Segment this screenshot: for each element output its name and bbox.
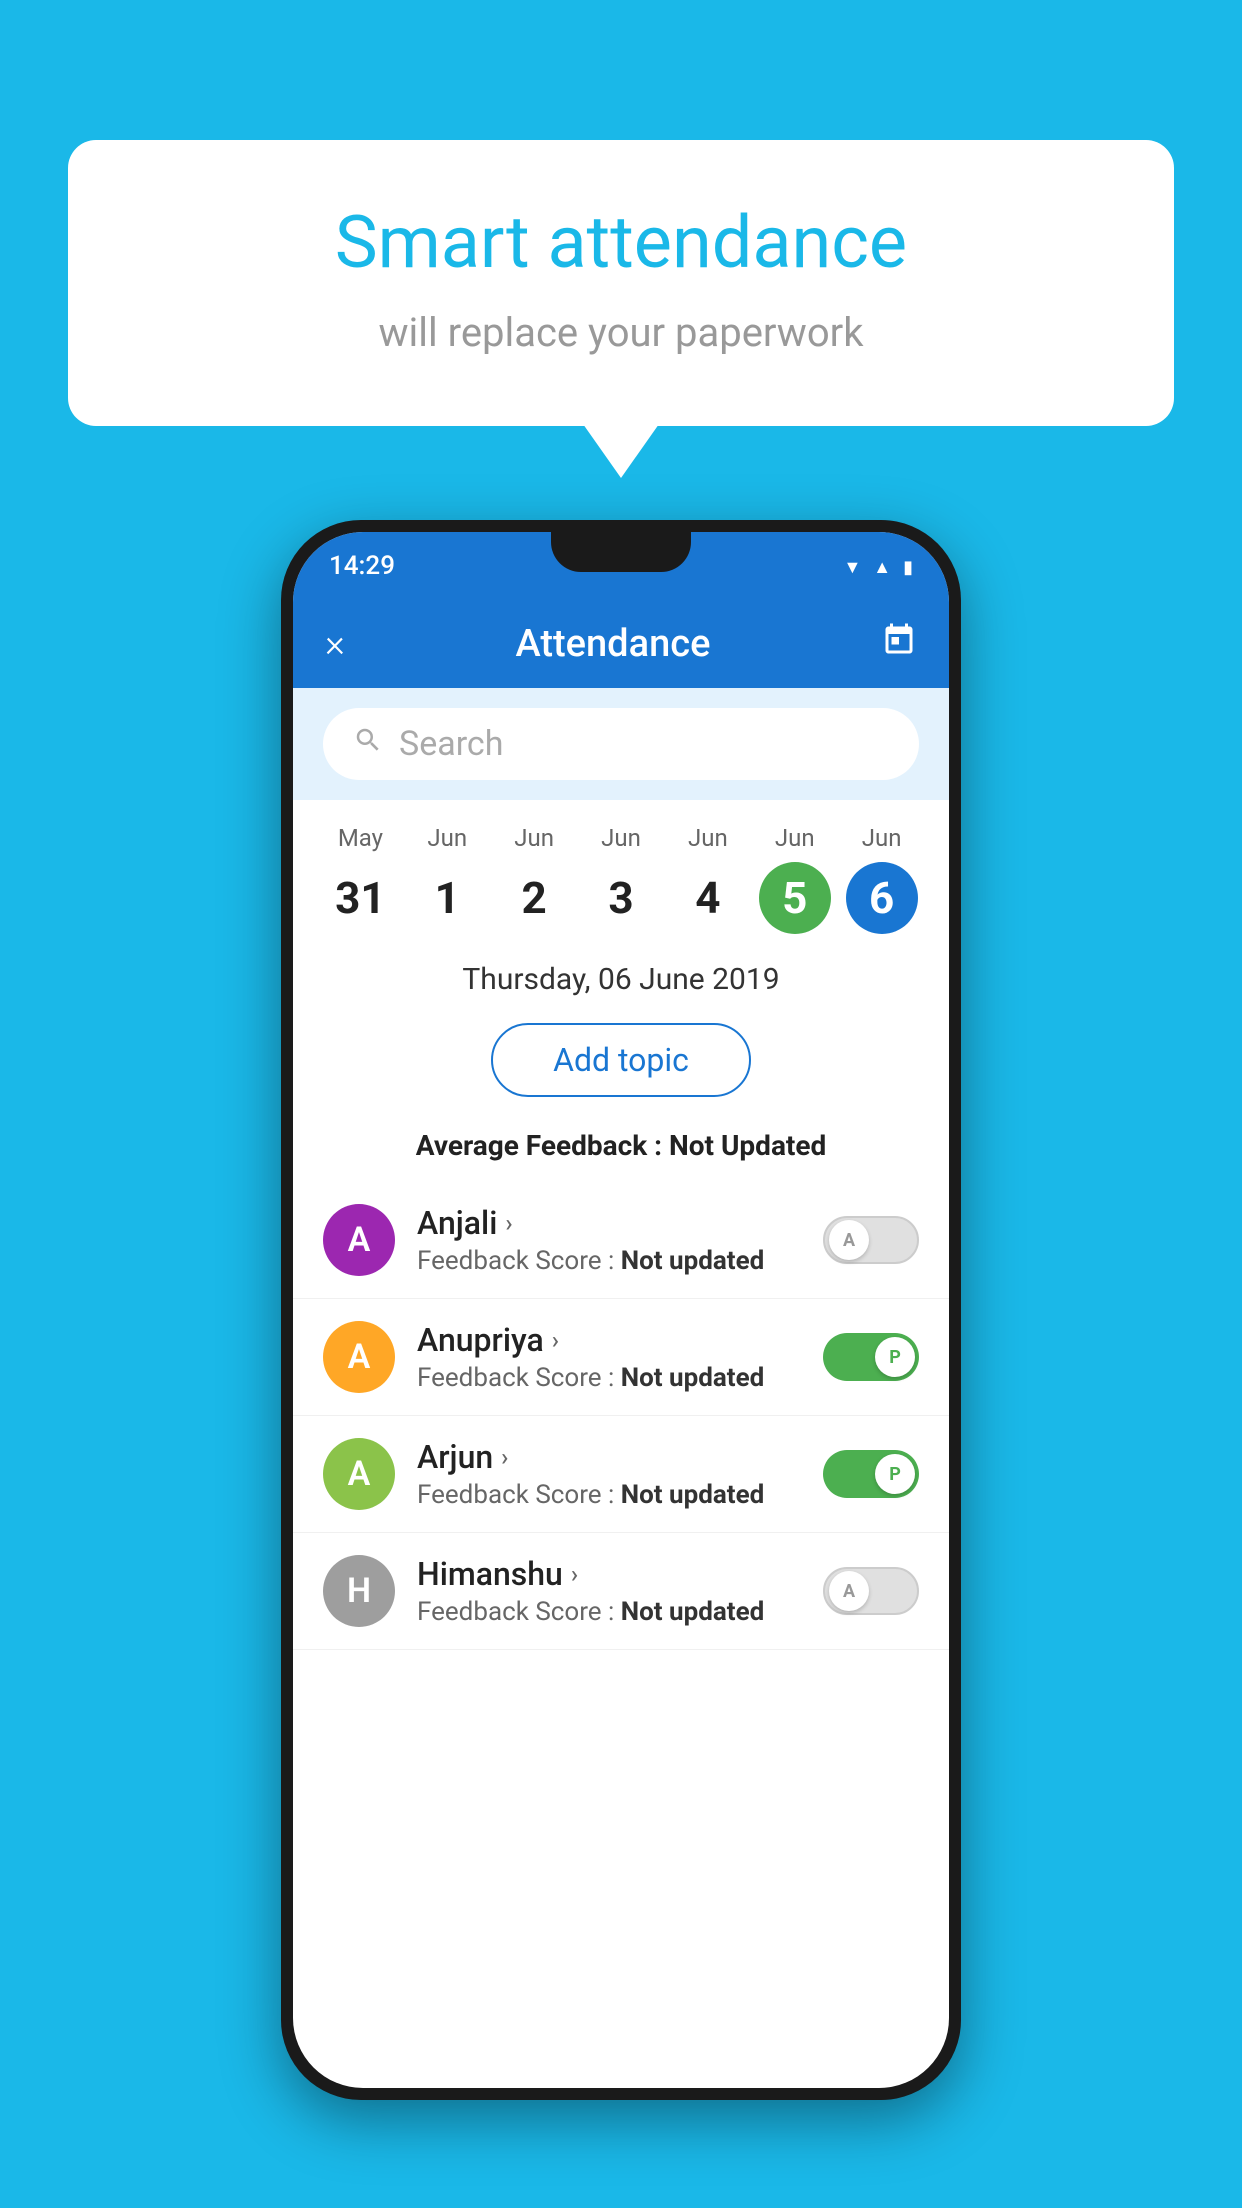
- search-bar[interactable]: Search: [323, 708, 919, 780]
- app-title: Attendance: [515, 622, 710, 666]
- selected-date-label: Thursday, 06 June 2019: [293, 942, 949, 1007]
- attendance-toggle[interactable]: A: [823, 1567, 919, 1615]
- student-list: AAnjali ›Feedback Score : Not updatedAAA…: [293, 1182, 949, 1650]
- close-button[interactable]: ×: [325, 622, 345, 666]
- student-info: Anjali › Feedback Score : Not updated: [417, 1204, 801, 1276]
- phone-screen: 14:29 × Attendance: [293, 532, 949, 2088]
- cal-date: 1: [411, 862, 483, 934]
- calendar-day-6[interactable]: Jun 6: [838, 824, 925, 934]
- cal-month: Jun: [775, 824, 815, 852]
- cal-date: 4: [672, 862, 744, 934]
- student-feedback: Feedback Score : Not updated: [417, 1597, 801, 1627]
- student-item[interactable]: A Anjali › Feedback Score : Not updated A: [293, 1182, 949, 1299]
- cal-month: May: [338, 824, 383, 852]
- status-icons: [843, 554, 913, 579]
- cal-month: Jun: [862, 824, 902, 852]
- speech-bubble: Smart attendance will replace your paper…: [68, 140, 1174, 426]
- bubble-subtitle: will replace your paperwork: [148, 309, 1094, 356]
- avg-feedback-label: Average Feedback :: [416, 1129, 669, 1162]
- search-icon: [353, 725, 383, 763]
- avatar: A: [323, 1321, 395, 1393]
- phone-notch: [551, 532, 691, 572]
- student-name: Himanshu ›: [417, 1555, 801, 1593]
- student-info: Anupriya › Feedback Score : Not updated: [417, 1321, 801, 1393]
- calendar-day-3[interactable]: Jun 3: [578, 824, 665, 934]
- phone-frame: 14:29 × Attendance: [281, 520, 961, 2100]
- cal-date: 31: [324, 862, 396, 934]
- status-bar: 14:29: [293, 532, 949, 600]
- student-name: Anupriya ›: [417, 1321, 801, 1359]
- student-name: Anjali ›: [417, 1204, 801, 1242]
- student-item[interactable]: A Arjun › Feedback Score : Not updated P: [293, 1416, 949, 1533]
- calendar-day-2[interactable]: Jun 2: [491, 824, 578, 934]
- attendance-toggle[interactable]: P: [823, 1333, 919, 1381]
- speech-bubble-container: Smart attendance will replace your paper…: [68, 140, 1174, 426]
- avg-feedback-value: Not Updated: [669, 1129, 826, 1162]
- cal-month: Jun: [514, 824, 554, 852]
- student-info: Arjun › Feedback Score : Not updated: [417, 1438, 801, 1510]
- attendance-toggle[interactable]: P: [823, 1450, 919, 1498]
- cal-date: 3: [585, 862, 657, 934]
- battery-icon: [903, 554, 913, 579]
- attendance-toggle[interactable]: A: [823, 1216, 919, 1264]
- calendar-day-31[interactable]: May 31: [317, 824, 404, 934]
- wifi-icon: [843, 554, 861, 579]
- cal-date: 5: [759, 862, 831, 934]
- cal-month: Jun: [688, 824, 728, 852]
- status-time: 14:29: [329, 551, 395, 581]
- cal-date: 2: [498, 862, 570, 934]
- student-item[interactable]: A Anupriya › Feedback Score : Not updated P: [293, 1299, 949, 1416]
- calendar-day-4[interactable]: Jun 4: [664, 824, 751, 934]
- search-placeholder: Search: [399, 724, 503, 764]
- student-info: Himanshu › Feedback Score : Not updated: [417, 1555, 801, 1627]
- search-container: Search: [293, 688, 949, 800]
- student-feedback: Feedback Score : Not updated: [417, 1363, 801, 1393]
- student-feedback: Feedback Score : Not updated: [417, 1480, 801, 1510]
- avatar: A: [323, 1204, 395, 1276]
- student-item[interactable]: H Himanshu › Feedback Score : Not updated A: [293, 1533, 949, 1650]
- student-name: Arjun ›: [417, 1438, 801, 1476]
- add-topic-container: Add topic: [293, 1007, 949, 1113]
- calendar-icon[interactable]: [881, 622, 917, 667]
- app-header: × Attendance: [293, 600, 949, 688]
- calendar-day-5[interactable]: Jun 5: [751, 824, 838, 934]
- cal-month: Jun: [601, 824, 641, 852]
- add-topic-button[interactable]: Add topic: [491, 1023, 751, 1097]
- signal-icon: [873, 554, 891, 579]
- avatar: A: [323, 1438, 395, 1510]
- cal-date: 6: [846, 862, 918, 934]
- bubble-title: Smart attendance: [148, 200, 1094, 285]
- avatar: H: [323, 1555, 395, 1627]
- calendar-day-1[interactable]: Jun 1: [404, 824, 491, 934]
- cal-month: Jun: [427, 824, 467, 852]
- calendar-strip: May 31 Jun 1 Jun 2 Jun 3 Jun 4 Jun 5 Jun 6: [293, 800, 949, 942]
- student-feedback: Feedback Score : Not updated: [417, 1246, 801, 1276]
- avg-feedback: Average Feedback : Not Updated: [293, 1113, 949, 1182]
